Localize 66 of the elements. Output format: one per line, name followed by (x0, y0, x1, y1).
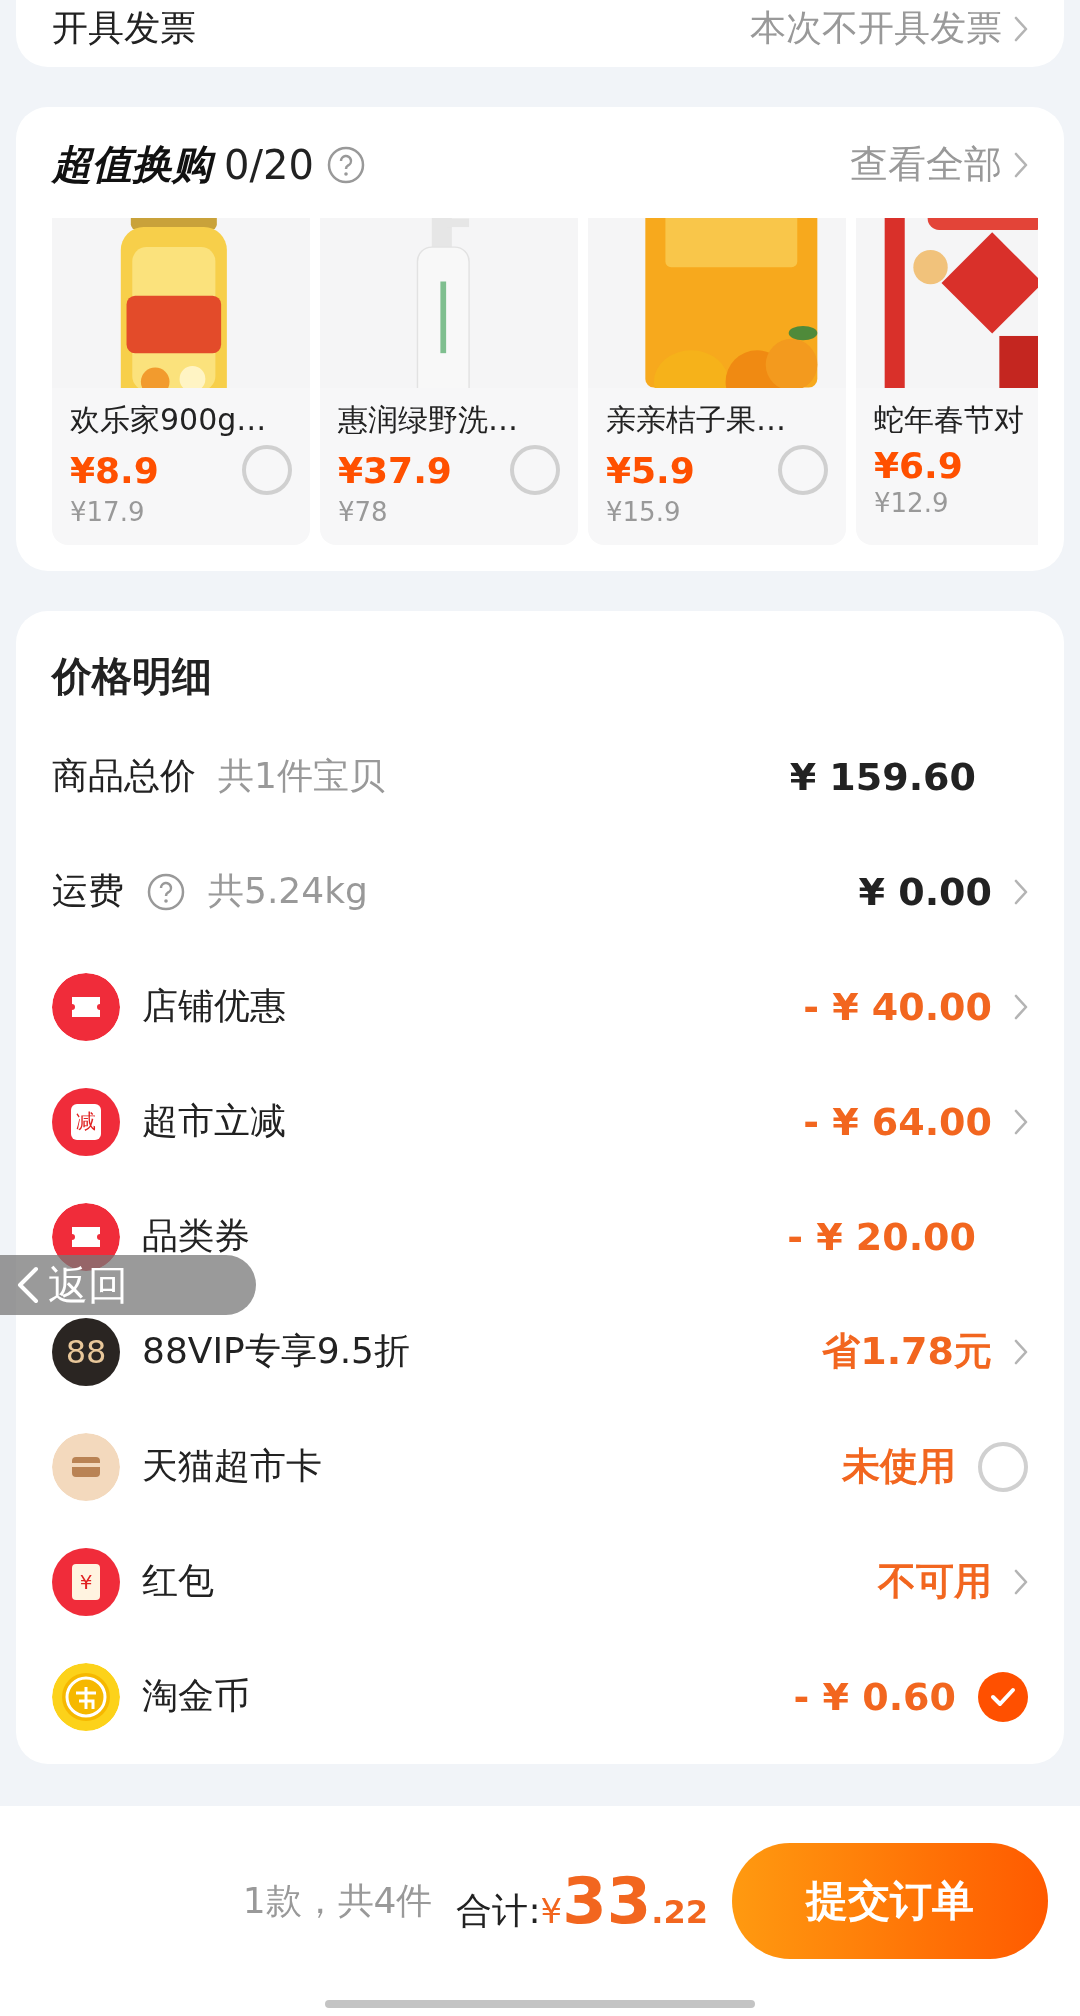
product-card[interactable]: 惠润绿野洗… ¥37.9 ¥78 (320, 218, 578, 545)
discount-stamp-icon: 减 (52, 1087, 120, 1156)
row-label: 天猫超市卡 (142, 1444, 322, 1488)
product-name: 亲亲桔子果… (605, 401, 787, 439)
checkbox[interactable] (978, 1441, 1028, 1492)
row-value: - ¥ 0.60 (793, 1674, 956, 1719)
row-value: ¥ 0.00 (858, 869, 992, 914)
original-price: ¥15.9 (605, 496, 682, 527)
chevron-icon[interactable] (1014, 1568, 1028, 1595)
selection-count: 0/20 (224, 141, 314, 188)
row-label: 红包 (142, 1559, 214, 1603)
row-value: - ¥ 20.00 (787, 1214, 976, 1259)
chevron-icon[interactable] (1014, 878, 1028, 905)
product-price: ¥37.9 (338, 449, 452, 491)
select-radio[interactable] (778, 445, 828, 495)
product-price: ¥5.9 (606, 449, 695, 491)
total-amount: ¥33.22 (540, 1864, 708, 1938)
row-label: 店铺优惠 (142, 984, 286, 1028)
row-label: 运费 (52, 869, 124, 913)
row-value: ¥ 159.60 (789, 754, 976, 799)
chevron-icon (1014, 15, 1028, 42)
row-label: 淘金币 (142, 1674, 250, 1718)
row-note: 共1件宝贝 (218, 754, 385, 798)
product-name: 欢乐家900g… (69, 401, 268, 439)
row-value: 未使用 (842, 1443, 956, 1490)
row-value: 不可用 (878, 1558, 992, 1605)
card-icon (52, 1432, 120, 1501)
invoice-label: 开具发票 (52, 6, 196, 50)
section-title: 价格明细 (52, 652, 213, 701)
product-name: 蛇年春节对 (873, 401, 1025, 439)
envelope-icon: ¥ (52, 1547, 120, 1616)
original-price: ¥17.9 (69, 496, 146, 527)
help-icon[interactable] (325, 144, 366, 185)
checkbox[interactable] (978, 1671, 1028, 1722)
vip-icon: 88 (52, 1317, 120, 1386)
product-price: ¥8.9 (70, 449, 159, 491)
original-price: ¥78 (337, 496, 389, 527)
chevron-icon[interactable] (1014, 993, 1028, 1020)
chevron-icon[interactable] (1014, 1108, 1028, 1135)
invoice-value: 本次不开具发票 (750, 6, 1002, 50)
product-price: ¥6.9 (874, 445, 963, 486)
invoice-row[interactable]: 开具发票 本次不开具发票 (16, 0, 1064, 67)
row-label: 品类券 (142, 1214, 250, 1258)
item-summary: 1款，共4件 (242, 1878, 433, 1923)
back-icon (16, 1265, 40, 1305)
help-icon[interactable] (146, 871, 186, 912)
total-label: 合计: (456, 1889, 541, 1933)
row-value: - ¥ 40.00 (803, 984, 992, 1029)
chevron-icon (1014, 151, 1028, 178)
check-icon (990, 1686, 1016, 1707)
select-radio[interactable] (510, 445, 560, 495)
row-value: - ¥ 64.00 (803, 1099, 992, 1144)
product-card[interactable]: 蛇年春节对 ¥6.9 ¥12.9 (856, 218, 1038, 545)
row-label: 88VIP专享9.5折 (142, 1329, 410, 1373)
coin-icon (52, 1662, 120, 1731)
chevron-icon[interactable] (1014, 1338, 1028, 1365)
row-value: 省1.78元 (822, 1328, 992, 1375)
row-label: 商品总价 (52, 754, 196, 798)
select-radio[interactable] (242, 445, 292, 495)
row-label: 超市立减 (142, 1099, 286, 1143)
product-name: 惠润绿野洗… (337, 401, 519, 439)
original-price: ¥12.9 (873, 487, 950, 518)
product-card[interactable]: 亲亲桔子果… ¥5.9 ¥15.9 (588, 218, 846, 545)
ticket-icon (52, 972, 120, 1041)
row-note: 共5.24kg (208, 869, 368, 913)
product-card[interactable]: 欢乐家900g… ¥8.9 ¥17.9 (52, 218, 310, 545)
